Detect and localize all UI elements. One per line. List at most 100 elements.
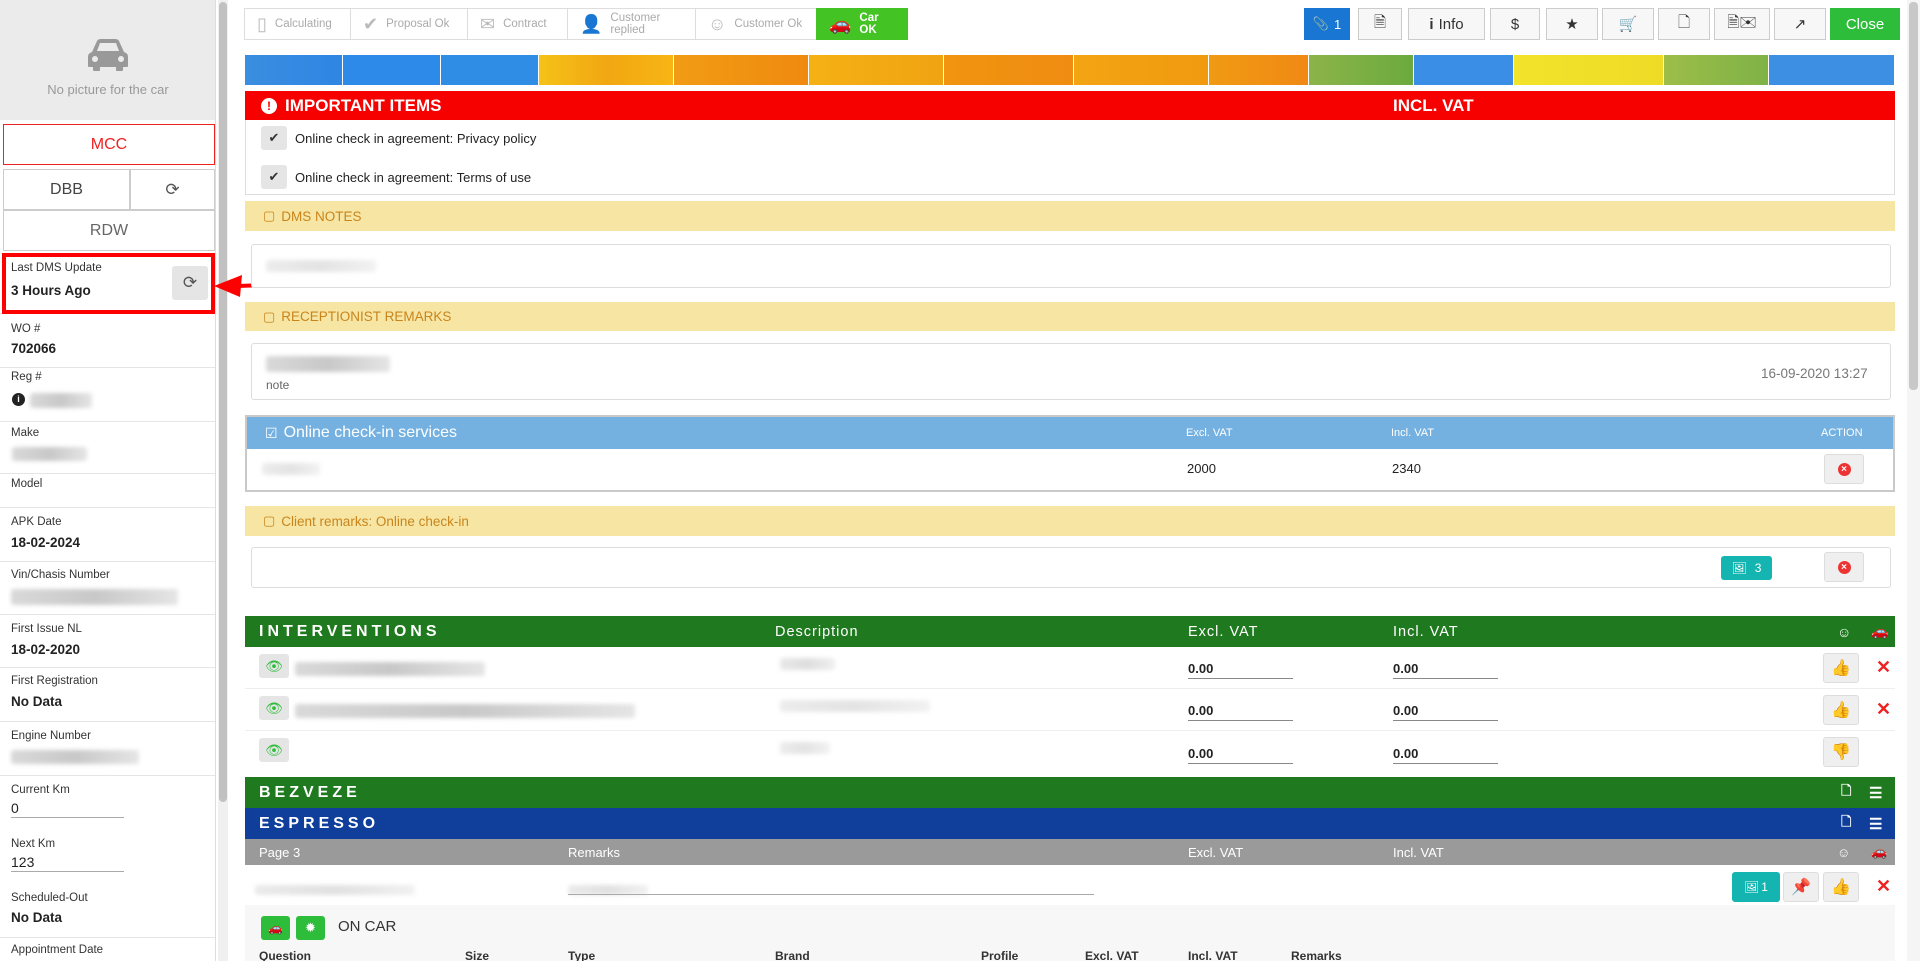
note-icon: ▢: [263, 208, 276, 223]
approve-button[interactable]: 👍: [1823, 695, 1859, 725]
pdf-button[interactable]: 🗋: [1658, 8, 1710, 40]
pdf-icon[interactable]: 🗋: [1841, 813, 1851, 835]
make-label: Make: [11, 427, 40, 439]
remarks-column: Remarks: [568, 844, 621, 860]
dms-notes-redacted: [266, 260, 376, 272]
interventions-header: INTERVENTIONS Description Excl. VAT Incl…: [245, 616, 1895, 647]
external-link-button[interactable]: ↗: [1774, 8, 1826, 40]
car-toggle-button[interactable]: 🚗: [261, 916, 290, 940]
step-calculating[interactable]: ▯ Calculating: [244, 8, 350, 40]
appointment-label: Appointment Date: [11, 944, 104, 956]
info-icon[interactable]: i: [12, 393, 25, 406]
refresh-dbb-button[interactable]: ⟳: [130, 169, 215, 210]
view-intervention-button[interactable]: 👁: [259, 654, 289, 678]
first-issue-value: 18-02-2020: [11, 642, 81, 657]
menu-icon[interactable]: ☰: [1869, 784, 1882, 802]
approve-button[interactable]: 👍: [1823, 872, 1859, 902]
rdw-button[interactable]: RDW: [3, 210, 215, 251]
client-photo-count: 3: [1754, 561, 1762, 575]
client-remarks-header: ▢ Client remarks: Online check-in: [245, 506, 1895, 536]
view-intervention-button[interactable]: 👁: [259, 738, 289, 762]
main-scrollbar-thumb[interactable]: [1909, 2, 1918, 390]
eye-icon: 👁: [265, 699, 283, 716]
refresh-icon: ⟳: [165, 179, 180, 199]
on-car-columns: Question Size Type Brand Profile Excl. V…: [245, 949, 1895, 961]
terms-checkbox[interactable]: ✔: [261, 165, 287, 189]
close-button[interactable]: Close: [1830, 8, 1900, 40]
first-reg-label: First Registration: [11, 675, 98, 687]
intervention-excl-input[interactable]: 0.00: [1188, 661, 1293, 679]
receptionist-remarks-header: ▢ RECEPTIONIST REMARKS: [245, 302, 1895, 331]
favorite-button[interactable]: ★: [1546, 8, 1598, 40]
intervention-incl-input[interactable]: 0.00: [1393, 661, 1498, 679]
images-icon: 🖼: [1744, 880, 1760, 894]
privacy-checkbox[interactable]: ✔: [261, 126, 287, 150]
no-picture-text: No picture for the car: [47, 82, 169, 97]
services-action: ACTION: [1821, 427, 1863, 439]
current-km-input[interactable]: 0: [11, 800, 124, 818]
next-km-field: Next Km 123: [0, 830, 215, 884]
remarks-column: Remarks: [1291, 949, 1342, 961]
thumbs-down-icon: 👎: [1831, 744, 1851, 761]
send-document-button[interactable]: 🗎✉: [1714, 8, 1770, 40]
apk-value: 18-02-2024: [11, 535, 81, 550]
check-icon: ✔: [363, 13, 379, 34]
step-customer-replied[interactable]: 👤 Customer replied: [567, 8, 695, 40]
car-picture-placeholder: No picture for the car: [0, 0, 215, 120]
document-button[interactable]: 🗎: [1358, 8, 1402, 40]
info-button[interactable]: i Info: [1408, 8, 1485, 40]
view-intervention-button[interactable]: 👁: [259, 696, 289, 720]
excl-vat-column: Excl. VAT: [1188, 844, 1244, 860]
user-icon: 👤: [580, 13, 603, 34]
price-button[interactable]: $: [1490, 8, 1540, 40]
engine-value-redacted: [11, 750, 139, 764]
apk-label: APK Date: [11, 516, 62, 528]
pin-button[interactable]: 📌: [1783, 872, 1819, 902]
client-photos-button[interactable]: 🖼 3: [1721, 556, 1772, 580]
intervention-row: 👁 0.00 0.00 👍 ✕: [245, 647, 1895, 689]
first-issue-label: First Issue NL: [11, 623, 82, 635]
remove-service-button[interactable]: ×: [1824, 454, 1864, 484]
step-customer-ok[interactable]: ☺ Customer Ok: [695, 8, 816, 40]
delete-intervention-button[interactable]: ✕: [1876, 657, 1891, 678]
menu-icon[interactable]: ☰: [1869, 815, 1882, 833]
next-km-input[interactable]: 123: [11, 854, 124, 872]
cart-button[interactable]: 🛒: [1602, 8, 1654, 40]
approve-button[interactable]: 👍: [1823, 653, 1859, 683]
pdf-icon[interactable]: 🗋: [1841, 782, 1851, 804]
intervention-excl-input[interactable]: 0.00: [1188, 703, 1293, 721]
service-incl-value: 2340: [1392, 461, 1421, 476]
brand-column: Brand: [775, 949, 810, 961]
wo-field: WO # 702066: [0, 314, 215, 368]
espresso-photos-button[interactable]: 🖼 1: [1732, 872, 1780, 902]
settings-toggle-button[interactable]: ✹: [296, 916, 325, 940]
remove-client-remark-button[interactable]: ×: [1824, 552, 1864, 582]
delete-espresso-button[interactable]: ✕: [1876, 876, 1891, 897]
intervention-excl-input[interactable]: 0.00: [1188, 746, 1293, 764]
profile-column: Profile: [981, 949, 1019, 961]
attachments-button[interactable]: 📎 1: [1304, 8, 1350, 40]
step-car-ok[interactable]: 🚗 Car OK: [816, 8, 908, 40]
exclamation-icon: !: [261, 97, 277, 114]
interventions-description: Description: [775, 623, 859, 640]
next-km-label: Next Km: [11, 838, 56, 850]
espresso-columns: Page 3 Remarks Excl. VAT Incl. VAT ☺ 🚗: [245, 839, 1895, 865]
close-circle-icon: ×: [1837, 462, 1851, 476]
intervention-incl-input[interactable]: 0.00: [1393, 703, 1498, 721]
star-icon: ★: [1565, 16, 1579, 33]
note-icon: ▢: [263, 513, 276, 528]
delete-intervention-button[interactable]: ✕: [1876, 699, 1891, 720]
important-items-header: ! IMPORTANT ITEMS INCL. VAT: [245, 91, 1895, 120]
receptionist-remark-redacted: [266, 356, 390, 372]
step-contract[interactable]: ✉ Contract: [467, 8, 567, 40]
step-label: Customer replied: [610, 12, 661, 36]
sidebar-scrollbar-thumb[interactable]: [219, 2, 227, 802]
dbb-button[interactable]: DBB: [3, 169, 130, 210]
vin-field: Vin/Chasis Number: [0, 562, 215, 615]
make-field: Make: [0, 422, 215, 474]
reject-button[interactable]: 👎: [1823, 737, 1859, 767]
appointment-field: Appointment Date: [0, 938, 215, 961]
mcc-button[interactable]: MCC: [3, 124, 215, 165]
intervention-incl-input[interactable]: 0.00: [1393, 746, 1498, 764]
step-proposal-ok[interactable]: ✔ Proposal Ok: [350, 8, 467, 40]
